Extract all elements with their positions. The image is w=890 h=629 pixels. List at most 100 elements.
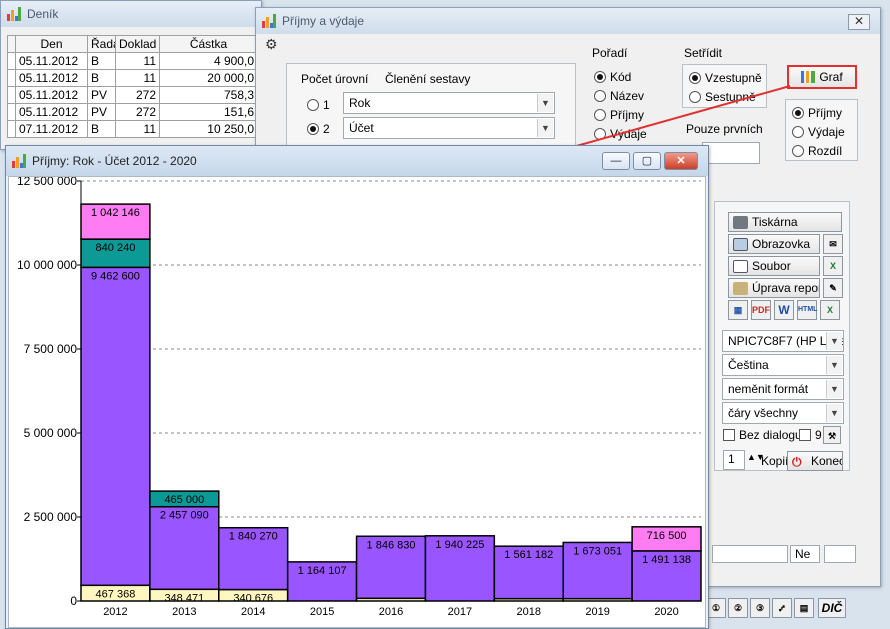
cell-rada[interactable]: B [87,120,116,138]
output-panel: Tiskárna Obrazovka ✉ Soubor X Úprava rep… [714,201,850,471]
row-selector[interactable] [7,120,16,138]
word-icon[interactable]: W [774,300,794,320]
table-icon[interactable]: ▦ [728,300,748,320]
table-row[interactable]: 07.11.2012 B 11 10 250,0 [7,120,258,138]
chevron-down-icon[interactable]: ▼ [826,404,842,422]
cell-doklad[interactable]: 272 [115,103,160,121]
cell-den[interactable]: 07.11.2012 [15,120,88,138]
design-icon[interactable]: ✎ [823,278,843,298]
excel-icon[interactable]: X [823,256,843,276]
cell-den[interactable]: 05.11.2012 [15,86,88,104]
minimize-button[interactable]: — [602,152,630,170]
table-row[interactable]: 05.11.2012 PV 272 151,6 [7,103,258,121]
level-1-combo[interactable]: Rok ▼ [343,92,555,114]
pouze-prvnich-input[interactable] [702,142,760,164]
cell-doklad[interactable]: 11 [115,120,160,138]
cell-rada[interactable]: B [87,69,116,87]
chart-close-button[interactable]: ✕ [664,152,698,170]
tiskarna-button[interactable]: Tiskárna [728,212,842,232]
poradi-nazev-radio[interactable]: Název [594,89,644,103]
printer-select[interactable]: NPIC7C8F7 (HP Lase ▼ [722,330,844,352]
pv-close-button[interactable]: ✕ [848,14,870,30]
cell-den[interactable]: 05.11.2012 [15,52,88,70]
row-selector[interactable] [7,103,16,121]
email-icon[interactable]: ✉ [823,234,843,254]
uprava-reportu-button[interactable]: Úprava repor [728,278,820,298]
pv-titlebar[interactable]: Příjmy a výdaje [256,8,880,34]
language-select[interactable]: Čeština ▼ [722,354,844,376]
ne-field[interactable]: Ne [790,545,820,563]
cell-castka[interactable]: 10 250,0 [159,120,258,138]
cell-den[interactable]: 05.11.2012 [15,103,88,121]
column-header-rada[interactable]: Řada [87,35,116,53]
bottom-field[interactable] [712,545,788,563]
cell-rada[interactable]: B [87,52,116,70]
poradi-vydaje-radio[interactable]: Výdaje [594,127,647,141]
file-icon [733,259,748,273]
sestupne-radio[interactable]: Sestupně [689,90,756,104]
row-selector[interactable] [7,69,16,87]
column-header-den[interactable]: Den [15,35,88,53]
dic-button[interactable]: DIČ [818,598,846,618]
data-label: 1 164 107 [298,565,347,577]
cell-castka[interactable]: 4 900,0 [159,52,258,70]
konec-button[interactable]: ⏻ Konec [787,451,843,471]
cell-castka[interactable]: 151,6 [159,103,258,121]
toolbar-icon-1[interactable]: ① [706,598,726,618]
poradi-kod-radio[interactable]: Kód [594,70,631,84]
data-label: 1 840 270 [229,531,278,543]
poradi-prijmy-radio[interactable]: Příjmy [594,108,644,122]
denik-titlebar[interactable]: Deník [1,1,261,27]
graf-button[interactable]: Graf [787,65,857,89]
cell-castka[interactable]: 20 000,0 [159,69,258,87]
cell-den[interactable]: 05.11.2012 [15,69,88,87]
soubor-button[interactable]: Soubor [728,256,820,276]
table-row[interactable]: 05.11.2012 B 11 4 900,0 [7,52,258,70]
maximize-button[interactable]: ▢ [633,152,661,170]
cell-doklad[interactable]: 11 [115,69,160,87]
level-1-radio[interactable]: 1 [307,98,330,112]
lines-select[interactable]: čáry všechny ▼ [722,402,844,424]
vzestupne-radio[interactable]: Vzestupně [689,71,762,85]
chart-window: Příjmy: Rok - Účet 2012 - 2020 — ▢ ✕ 0 2 … [5,145,709,629]
table-row[interactable]: 05.11.2012 B 11 20 000,0 [7,69,258,87]
cell-castka[interactable]: 758,3 [159,86,258,104]
cell-doklad[interactable]: 272 [115,86,160,104]
row-selector[interactable] [7,86,16,104]
graf-prijmy-radio[interactable]: Příjmy [792,106,842,120]
excel-export-icon[interactable]: X [820,300,840,320]
chart-app-icon [12,154,26,168]
toolbar-icon-4[interactable]: ⑇ [772,598,792,618]
pdf-icon[interactable]: PDF [751,300,771,320]
table-row[interactable]: 05.11.2012 PV 272 758,3 [7,86,258,104]
bez-dialogu-checkbox[interactable]: Bez dialogu [723,428,802,442]
level-2-combo[interactable]: Účet ▼ [343,117,555,139]
chevron-down-icon[interactable]: ▼ [537,94,553,112]
gear-icon[interactable]: ⚙ [265,36,278,53]
graf-rozdil-radio[interactable]: Rozdíl [792,144,842,158]
bottom-field-2[interactable] [824,545,856,563]
cell-doklad[interactable]: 11 [115,52,160,70]
format-select[interactable]: neměnit formát ▼ [722,378,844,400]
toolbar-icon-5[interactable]: ▤ [794,598,814,618]
data-label: 840 240 [96,242,136,254]
chevron-down-icon[interactable]: ▼ [537,119,553,137]
settings-icon[interactable]: ⚒ [823,426,841,444]
toolbar-icon-3[interactable]: ③ [750,598,770,618]
column-header-castka[interactable]: Částka [159,35,258,53]
toolbar-icon-2[interactable]: ② [728,598,748,618]
row-selector[interactable] [7,52,16,70]
graf-vydaje-radio[interactable]: Výdaje [792,125,845,139]
html-icon[interactable]: HTML [797,300,817,320]
copies-input[interactable]: 1 [723,450,745,470]
y-tick-label: 12 500 000 [17,177,77,188]
nine-checkbox[interactable]: 9 [799,428,822,442]
cell-rada[interactable]: PV [87,86,116,104]
chevron-down-icon[interactable]: ▼ [826,380,842,398]
chevron-down-icon[interactable]: ▼ [826,332,842,350]
level-2-radio[interactable]: 2 [307,122,330,136]
cell-rada[interactable]: PV [87,103,116,121]
obrazovka-button[interactable]: Obrazovka [728,234,820,254]
column-header-doklad[interactable]: Doklad [115,35,160,53]
chevron-down-icon[interactable]: ▼ [826,356,842,374]
